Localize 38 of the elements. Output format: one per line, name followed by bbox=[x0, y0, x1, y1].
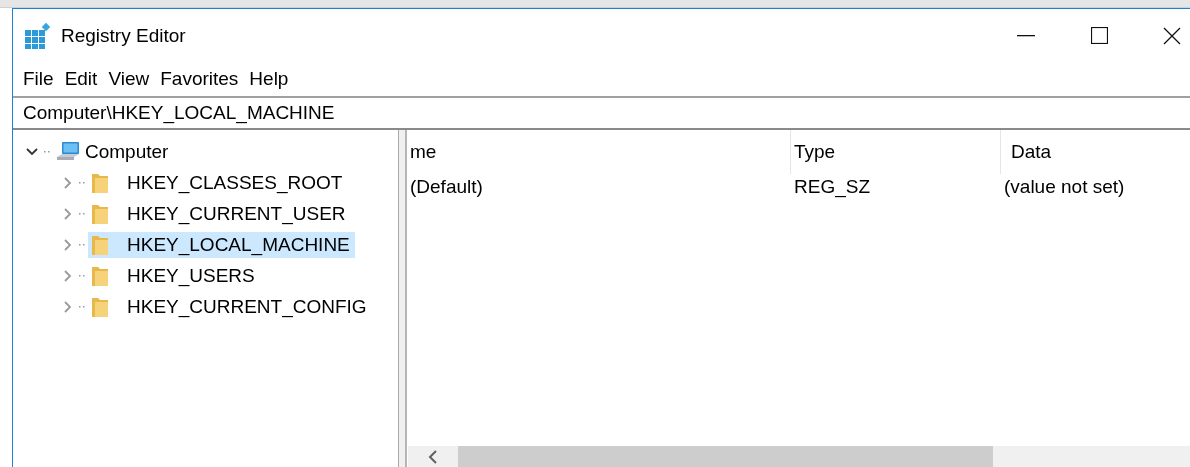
column-header[interactable]: Type bbox=[791, 130, 1001, 174]
computer-icon bbox=[56, 140, 80, 163]
folder-icon bbox=[91, 264, 109, 287]
app-icon bbox=[24, 21, 52, 50]
tree-node[interactable]: HKEY_CLASSES_ROOT bbox=[88, 169, 348, 196]
menu-item[interactable]: Favorites bbox=[154, 68, 245, 90]
menu-item[interactable]: View bbox=[102, 68, 156, 90]
column-header[interactable]: me bbox=[407, 130, 791, 174]
menu-item[interactable]: Edit bbox=[58, 68, 104, 90]
tree-line-icon bbox=[78, 212, 86, 215]
maximize-icon bbox=[1090, 27, 1108, 44]
tree-node[interactable]: HKEY_USERS bbox=[88, 262, 260, 289]
address-field[interactable]: Computer\HKEY_LOCAL_MACHINE bbox=[13, 96, 1190, 130]
folder-icon bbox=[91, 202, 109, 225]
table-cell-text: (value not set) bbox=[1003, 176, 1126, 198]
menu-item[interactable]: Help bbox=[243, 68, 295, 90]
scroll-thumb[interactable] bbox=[458, 446, 993, 467]
folder-icon bbox=[91, 171, 109, 194]
tree-node[interactable]: Computer bbox=[53, 138, 174, 165]
tree-line-icon bbox=[78, 274, 86, 277]
tree-node[interactable]: HKEY_CURRENT_USER bbox=[88, 200, 351, 227]
close-icon bbox=[1163, 26, 1181, 45]
tree-line-icon bbox=[78, 305, 86, 308]
tree-line-icon bbox=[78, 243, 86, 246]
horizontal-scrollbar[interactable] bbox=[408, 446, 1190, 467]
minimize-icon bbox=[1017, 34, 1035, 37]
column-header[interactable]: Data bbox=[1001, 130, 1190, 174]
tree-node[interactable]: HKEY_CURRENT_CONFIG bbox=[88, 293, 372, 320]
folder-icon bbox=[91, 233, 109, 256]
tree-line-icon bbox=[43, 150, 51, 153]
tree-node[interactable]: HKEY_LOCAL_MACHINE bbox=[88, 231, 355, 258]
table-cell-text: REG_SZ bbox=[793, 176, 872, 198]
window-title: Registry Editor bbox=[61, 24, 187, 47]
table-cell-text: (Default) bbox=[409, 176, 484, 198]
menu-item[interactable]: File bbox=[17, 68, 60, 90]
pane-splitter[interactable] bbox=[399, 130, 407, 467]
folder-icon bbox=[91, 295, 109, 318]
tree-line-icon bbox=[78, 181, 86, 184]
